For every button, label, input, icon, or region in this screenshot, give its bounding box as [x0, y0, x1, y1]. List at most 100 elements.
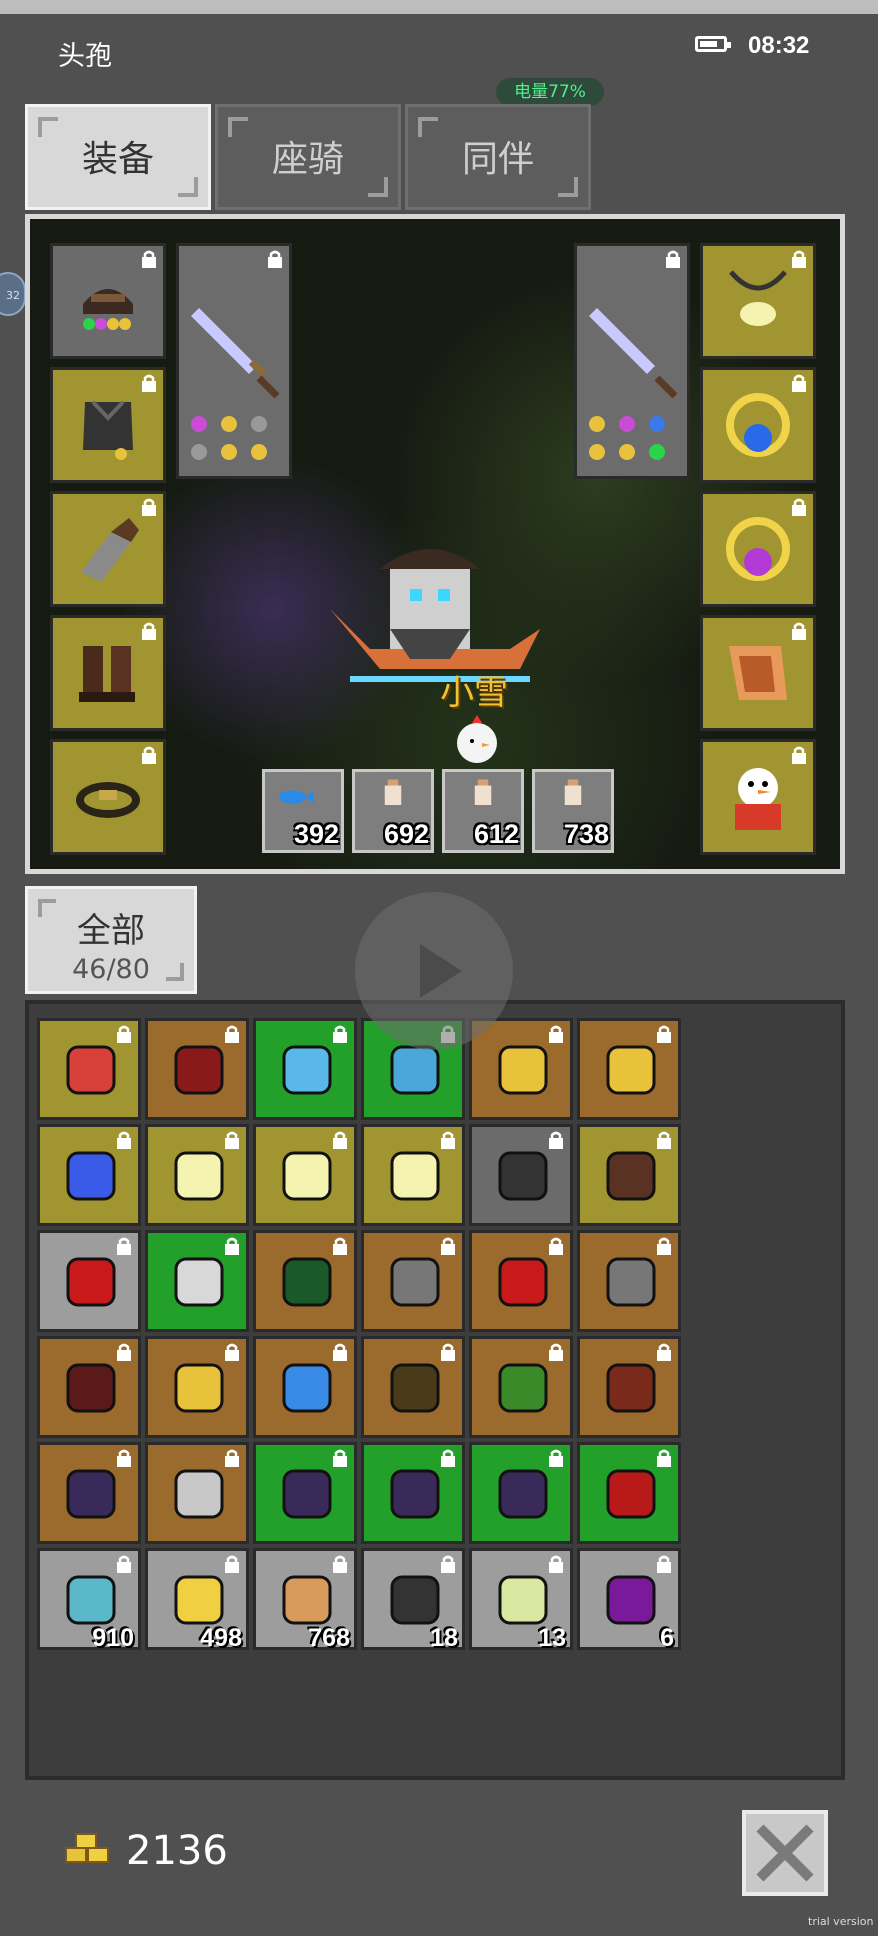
inventory-slot[interactable] — [577, 1442, 681, 1544]
power-badge: 电量77% — [496, 78, 604, 106]
consumable-slot-1[interactable]: 392 — [262, 769, 344, 853]
slot-pet[interactable] — [700, 739, 816, 855]
inventory-slot[interactable]: 768 — [253, 1548, 357, 1652]
slot-off-weapon[interactable] — [574, 243, 690, 479]
lock-icon — [792, 746, 806, 764]
inventory-slot[interactable] — [253, 1124, 357, 1226]
tab-mount[interactable]: 座骑 — [215, 104, 401, 210]
helmet-icon — [83, 289, 133, 330]
inventory-slot[interactable] — [577, 1230, 681, 1332]
inventory-slot[interactable] — [37, 1018, 141, 1120]
inventory-slot[interactable] — [361, 1124, 465, 1226]
lock-icon — [142, 746, 156, 764]
lock-icon — [549, 1131, 563, 1149]
item-icon — [606, 1363, 656, 1413]
inventory-slot[interactable] — [361, 1336, 465, 1438]
floating-side-button[interactable]: 32 — [0, 272, 26, 316]
inventory-slot[interactable] — [469, 1336, 573, 1438]
inventory-slot[interactable] — [253, 1442, 357, 1544]
slot-boots[interactable] — [50, 615, 166, 731]
inventory-slot[interactable] — [469, 1018, 573, 1120]
consumable-slot-4[interactable]: 738 — [532, 769, 614, 853]
inventory-slot[interactable] — [145, 1124, 249, 1226]
tab-companion-label: 同伴 — [461, 139, 534, 180]
inventory-slot[interactable] — [577, 1124, 681, 1226]
item-icon — [174, 1469, 224, 1519]
lock-icon — [333, 1131, 347, 1149]
inventory-slot[interactable] — [37, 1442, 141, 1544]
slot-armor[interactable] — [50, 367, 166, 483]
lock-icon — [333, 1555, 347, 1573]
lock-icon — [225, 1025, 239, 1043]
inventory-slot[interactable] — [253, 1336, 357, 1438]
tab-equipment[interactable]: 装备 — [25, 104, 211, 210]
inventory-slot[interactable] — [37, 1230, 141, 1332]
battery-icon — [695, 36, 731, 52]
lock-icon — [549, 1343, 563, 1361]
inventory-slot[interactable] — [37, 1124, 141, 1226]
consumable-slot-2[interactable]: 692 — [352, 769, 434, 853]
lock-icon — [117, 1555, 131, 1573]
inventory-slot[interactable]: 18 — [361, 1548, 465, 1652]
lock-icon — [549, 1025, 563, 1043]
inventory-slot[interactable] — [469, 1442, 573, 1544]
boots-icon — [79, 646, 135, 702]
slot-helmet[interactable] — [50, 243, 166, 359]
inventory-slot[interactable] — [361, 1230, 465, 1332]
inventory-slot[interactable] — [253, 1230, 357, 1332]
inventory-slot[interactable]: 13 — [469, 1548, 573, 1652]
inventory-slot[interactable]: 910 — [37, 1548, 141, 1652]
lock-icon — [333, 1449, 347, 1467]
inventory-slot[interactable] — [145, 1018, 249, 1120]
tab-equipment-label: 装备 — [81, 139, 154, 180]
inventory-slot[interactable] — [145, 1442, 249, 1544]
lock-icon — [441, 1449, 455, 1467]
play-button-overlay[interactable] — [355, 892, 513, 1050]
tab-companion[interactable]: 同伴 — [405, 104, 591, 210]
inventory-filter-all[interactable]: 全部 46/80 — [25, 886, 197, 994]
close-button[interactable] — [742, 1810, 828, 1896]
inventory-slot[interactable] — [253, 1018, 357, 1120]
inventory-slot[interactable] — [469, 1124, 573, 1226]
slot-necklace[interactable] — [700, 243, 816, 359]
lock-icon — [142, 374, 156, 392]
item-icon — [606, 1151, 656, 1201]
inventory-slot[interactable] — [145, 1336, 249, 1438]
sword-icon — [191, 308, 280, 460]
potion-icon — [474, 779, 492, 805]
consumable-slot-3[interactable]: 612 — [442, 769, 524, 853]
inventory-slot[interactable] — [37, 1336, 141, 1438]
blue-fish-icon — [279, 790, 314, 804]
item-qty: 768 — [308, 1624, 350, 1652]
slot-ring-2[interactable] — [700, 491, 816, 607]
inventory-grid: 910 498 768 18 13 6 — [25, 1000, 845, 1780]
ring-icon — [726, 393, 790, 457]
watermark: trial version — [808, 1915, 874, 1928]
inventory-slot[interactable] — [577, 1018, 681, 1120]
inventory-slot[interactable] — [361, 1442, 465, 1544]
lock-icon — [441, 1343, 455, 1361]
item-icon — [606, 1257, 656, 1307]
slot-mount-item[interactable] — [700, 615, 816, 731]
item-icon — [282, 1257, 332, 1307]
slot-belt[interactable] — [50, 739, 166, 855]
lock-icon — [225, 1237, 239, 1255]
lock-icon — [657, 1449, 671, 1467]
lock-icon — [792, 250, 806, 268]
inventory-slot[interactable] — [577, 1336, 681, 1438]
inventory-slot[interactable]: 6 — [577, 1548, 681, 1652]
lock-icon — [549, 1555, 563, 1573]
lock-icon — [657, 1237, 671, 1255]
item-icon — [174, 1045, 224, 1095]
inventory-slot[interactable] — [145, 1230, 249, 1332]
app-screen: 头孢 08:32 电量77% 32 装备 座骑 同伴 小雪 392 692 61… — [0, 0, 878, 1936]
consumable-qty: 612 — [473, 819, 519, 849]
inventory-slot[interactable] — [469, 1230, 573, 1332]
inventory-slot[interactable]: 498 — [145, 1548, 249, 1652]
sword-icon — [589, 308, 678, 460]
lock-icon — [268, 250, 282, 268]
slot-main-weapon[interactable] — [176, 243, 292, 479]
slot-gloves[interactable] — [50, 491, 166, 607]
slot-ring-1[interactable] — [700, 367, 816, 483]
item-icon — [498, 1045, 548, 1095]
